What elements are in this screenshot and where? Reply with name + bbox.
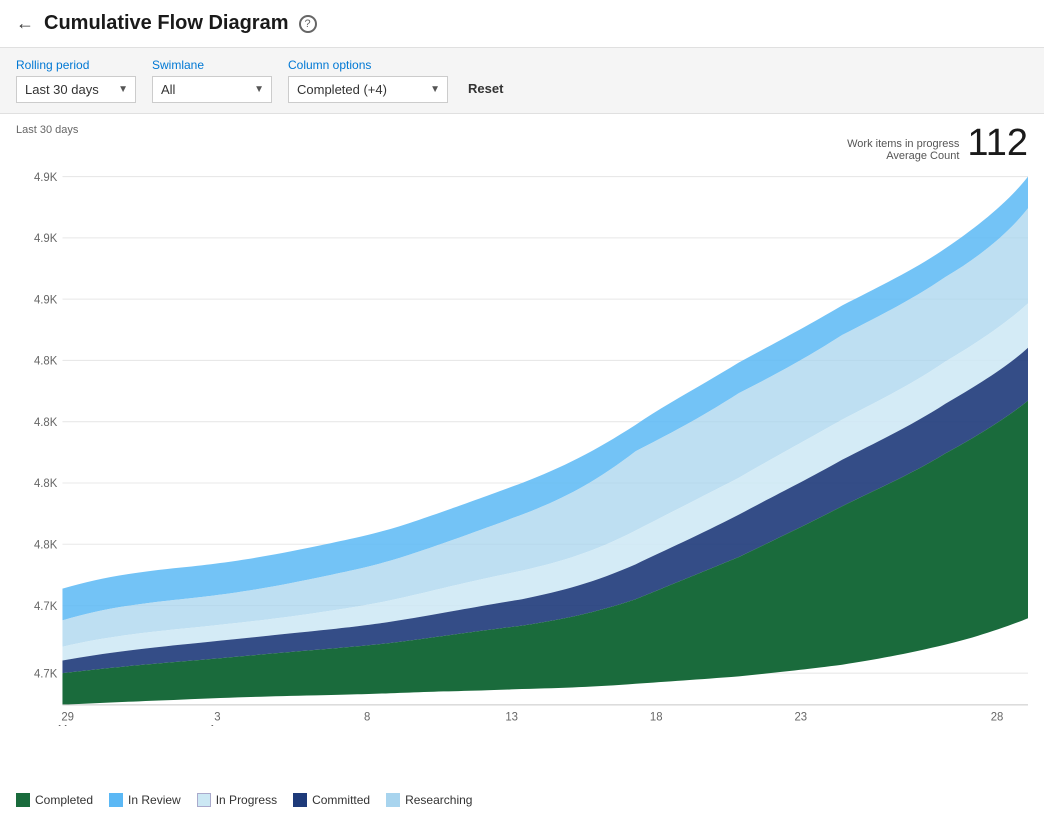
column-options-group: Column options Completed (+4) Completed … — [288, 58, 448, 103]
legend-item-in-review: In Review — [109, 793, 181, 807]
column-options-select[interactable]: Completed (+4) Completed (+3) All — [288, 76, 448, 103]
reset-button[interactable]: Reset — [464, 75, 507, 102]
back-button[interactable]: ← — [16, 13, 34, 34]
svg-text:4.9K: 4.9K — [34, 233, 58, 245]
legend-item-researching: Researching — [386, 793, 472, 807]
chart-legend: Completed In Review In Progress Committe… — [0, 781, 1044, 819]
chart-svg: 4.9K 4.9K 4.9K 4.8K 4.8K 4.8K 4.8K 4.7K … — [16, 166, 1028, 726]
controls-bar: Rolling period Last 30 days Last 14 days… — [0, 48, 1044, 114]
legend-item-completed: Completed — [16, 793, 93, 807]
svg-text:13: 13 — [505, 712, 518, 724]
legend-label-in-review: In Review — [128, 793, 181, 807]
svg-text:4.8K: 4.8K — [34, 417, 58, 429]
researching-color-swatch — [386, 793, 400, 807]
swimlane-wrapper: All Backlog Sprint ▼ — [152, 76, 272, 103]
svg-text:18: 18 — [650, 712, 663, 724]
chart-period-label: Last 30 days — [16, 124, 78, 136]
legend-label-completed: Completed — [35, 793, 93, 807]
legend-item-in-progress: In Progress — [197, 793, 277, 807]
swimlane-select[interactable]: All Backlog Sprint — [152, 76, 272, 103]
swimlane-label: Swimlane — [152, 58, 272, 72]
rolling-period-select[interactable]: Last 30 days Last 14 days Last 7 days — [16, 76, 136, 103]
chart-stat-label: Work items in progress — [847, 138, 959, 150]
legend-item-committed: Committed — [293, 793, 370, 807]
chart-stat: Work items in progress Average Count 112 — [847, 124, 1028, 162]
help-icon[interactable]: ? — [299, 15, 317, 33]
rolling-period-label: Rolling period — [16, 58, 136, 72]
svg-text:3: 3 — [214, 712, 220, 724]
svg-text:Mar: Mar — [58, 724, 78, 726]
committed-color-swatch — [293, 793, 307, 807]
chart-header: Last 30 days Work items in progress Aver… — [16, 124, 1028, 162]
svg-text:4.8K: 4.8K — [34, 478, 58, 490]
in-progress-color-swatch — [197, 793, 211, 807]
svg-text:4.8K: 4.8K — [34, 356, 58, 368]
rolling-period-group: Rolling period Last 30 days Last 14 days… — [16, 58, 136, 103]
chart-container: Last 30 days Work items in progress Aver… — [0, 114, 1044, 781]
legend-label-in-progress: In Progress — [216, 793, 277, 807]
legend-label-researching: Researching — [405, 793, 472, 807]
svg-text:4.9K: 4.9K — [34, 172, 58, 184]
chart-area: 4.9K 4.9K 4.9K 4.8K 4.8K 4.8K 4.8K 4.7K … — [16, 166, 1028, 726]
page: ← Cumulative Flow Diagram ? Rolling peri… — [0, 0, 1044, 819]
svg-text:28: 28 — [991, 712, 1004, 724]
svg-text:29: 29 — [61, 712, 74, 724]
column-options-wrapper: Completed (+4) Completed (+3) All ▼ — [288, 76, 448, 103]
header: ← Cumulative Flow Diagram ? — [0, 0, 1044, 48]
back-icon: ← — [16, 13, 34, 34]
svg-text:23: 23 — [794, 712, 807, 724]
legend-label-committed: Committed — [312, 793, 370, 807]
in-review-color-swatch — [109, 793, 123, 807]
column-options-label: Column options — [288, 58, 448, 72]
svg-text:4.9K: 4.9K — [34, 294, 58, 306]
chart-stat-sublabel: Average Count — [847, 150, 959, 162]
svg-text:8: 8 — [364, 712, 370, 724]
page-title: Cumulative Flow Diagram — [44, 12, 289, 35]
chart-stat-count: 112 — [967, 124, 1028, 162]
completed-color-swatch — [16, 793, 30, 807]
svg-text:4.7K: 4.7K — [34, 601, 58, 613]
svg-text:Apr: Apr — [209, 724, 227, 726]
svg-text:4.8K: 4.8K — [34, 539, 58, 551]
swimlane-group: Swimlane All Backlog Sprint ▼ — [152, 58, 272, 103]
rolling-period-wrapper: Last 30 days Last 14 days Last 7 days ▼ — [16, 76, 136, 103]
svg-text:4.7K: 4.7K — [34, 668, 58, 680]
